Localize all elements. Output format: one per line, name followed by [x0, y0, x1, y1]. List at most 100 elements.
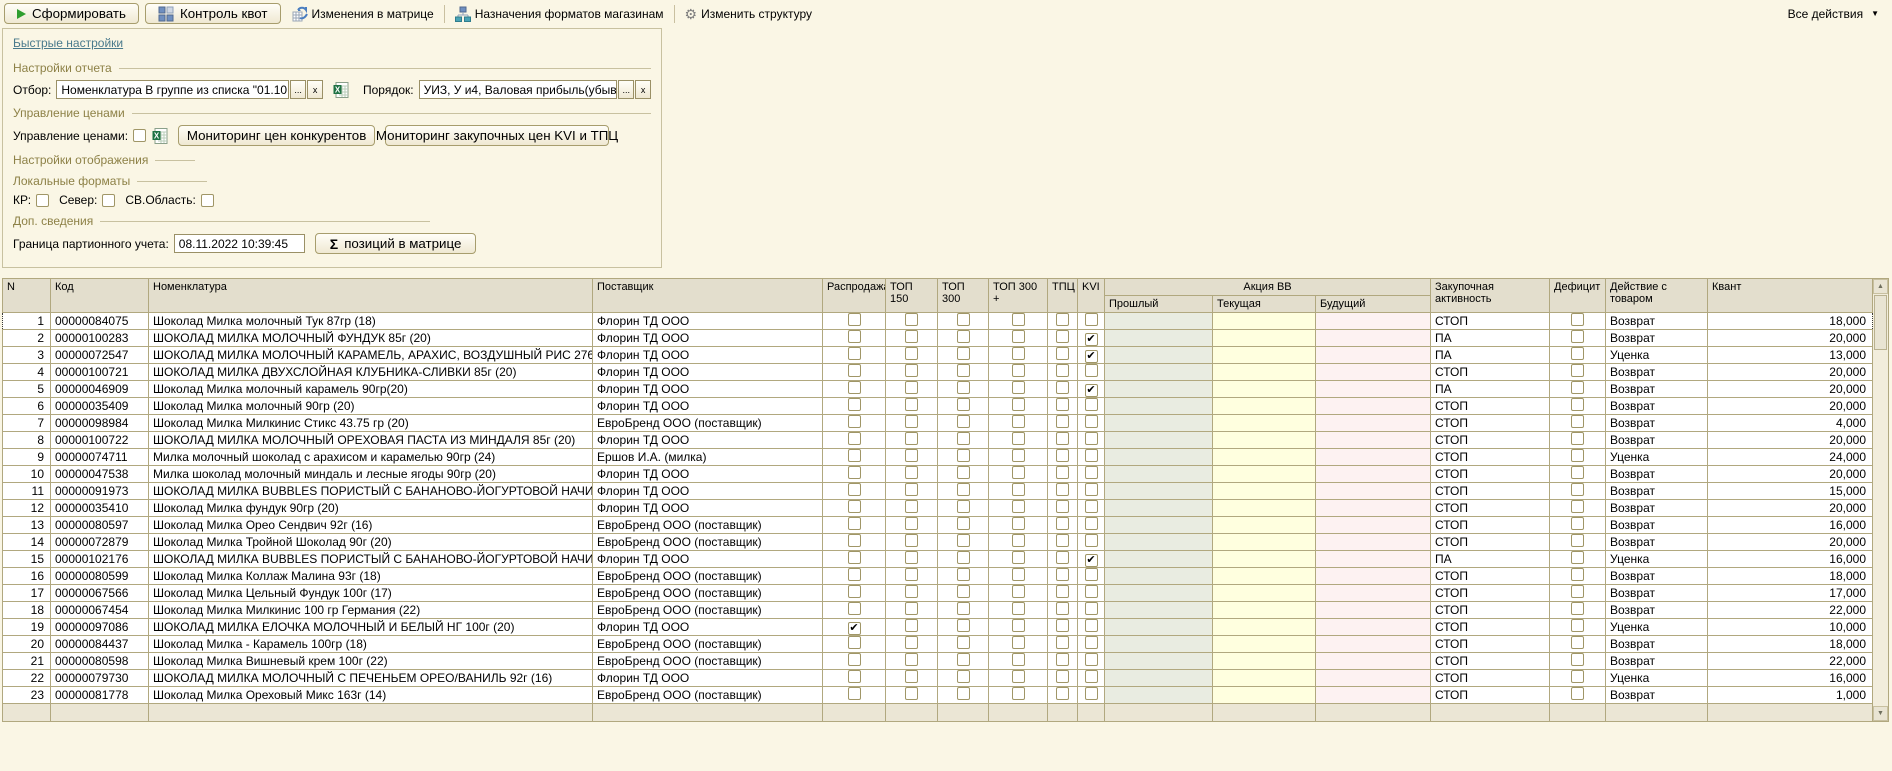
cell-past[interactable]: [1104, 567, 1213, 585]
cell-deficit[interactable]: [1549, 414, 1606, 432]
cell-kvant[interactable]: 22,000: [1707, 652, 1873, 670]
table-row[interactable]: 14 00000072879 Шоколад Милка Тройной Шокол…: [2, 533, 1873, 551]
cell-cur[interactable]: [1212, 346, 1316, 364]
cell-zakup[interactable]: ПА: [1430, 550, 1550, 568]
cell-tpc[interactable]: [1047, 448, 1078, 466]
cell-supplier[interactable]: ЕвроБренд ООО (поставщик): [592, 584, 823, 602]
cell-top150[interactable]: [885, 618, 938, 636]
table-row[interactable]: 8 00000100722 ШОКОЛАД МИЛКА МОЛОЧНЫЙ ОРЕХО…: [2, 431, 1873, 449]
deficit-checkbox[interactable]: [1571, 415, 1584, 428]
top300-checkbox[interactable]: [956, 687, 970, 700]
tpc-checkbox[interactable]: [1056, 585, 1069, 598]
cell-top300[interactable]: [937, 499, 989, 517]
cell-n[interactable]: 12: [2, 499, 51, 517]
cell-fut[interactable]: [1315, 567, 1431, 585]
top300-checkbox[interactable]: [956, 670, 970, 683]
rasp-checkbox[interactable]: [847, 670, 861, 683]
tpc-checkbox[interactable]: [1056, 619, 1069, 632]
cell-deficit[interactable]: [1549, 363, 1606, 381]
cell-kvi[interactable]: [1077, 652, 1105, 670]
cell-name[interactable]: Шоколад Милка молочный карамель 90гр(20): [148, 380, 593, 398]
cell-code[interactable]: 00000067454: [50, 601, 149, 619]
cell-top150[interactable]: [885, 499, 938, 517]
deficit-checkbox[interactable]: [1571, 670, 1584, 683]
cell-top150[interactable]: [885, 346, 938, 364]
kvi-checkbox[interactable]: [1084, 466, 1098, 479]
deficit-checkbox[interactable]: [1571, 347, 1584, 360]
quick-settings-link[interactable]: Быстрые настройки: [13, 36, 123, 50]
cell-action[interactable]: Возврат: [1605, 465, 1708, 483]
cell-supplier[interactable]: Флорин ТД ООО: [592, 550, 823, 568]
cell-tpc[interactable]: [1047, 465, 1078, 483]
cell-zakup[interactable]: СТОП: [1430, 516, 1550, 534]
cell-n[interactable]: 17: [2, 584, 51, 602]
top300p-checkbox[interactable]: [1011, 568, 1025, 581]
cell-top150[interactable]: [885, 397, 938, 415]
cell-top300[interactable]: [937, 635, 989, 653]
top300p-checkbox[interactable]: [1011, 432, 1025, 445]
cell-top300[interactable]: [937, 686, 989, 704]
cell-top150[interactable]: [885, 567, 938, 585]
cell-top150[interactable]: [885, 465, 938, 483]
tpc-checkbox[interactable]: [1056, 364, 1069, 377]
top300p-checkbox[interactable]: [1011, 670, 1025, 683]
top150-checkbox[interactable]: [905, 602, 918, 615]
top300-checkbox[interactable]: [956, 364, 970, 377]
cell-cur[interactable]: [1212, 414, 1316, 432]
top300-checkbox[interactable]: [956, 534, 970, 547]
cell-rasp[interactable]: [822, 397, 886, 415]
kvi-checkbox[interactable]: ✔: [1084, 349, 1098, 363]
cell-fut[interactable]: [1315, 601, 1431, 619]
cell-code[interactable]: 00000100722: [50, 431, 149, 449]
cell-kvi[interactable]: [1077, 533, 1105, 551]
cell-top300p[interactable]: [988, 465, 1048, 483]
deficit-checkbox[interactable]: [1571, 602, 1584, 615]
cell-cur[interactable]: [1212, 329, 1316, 347]
cell-deficit[interactable]: [1549, 516, 1606, 534]
kvi-checkbox[interactable]: [1084, 398, 1098, 411]
format-assign-button[interactable]: Назначения форматов магазинам: [450, 3, 669, 24]
rasp-checkbox[interactable]: [847, 330, 861, 343]
cell-top150[interactable]: [885, 516, 938, 534]
top150-checkbox[interactable]: [905, 330, 918, 343]
top150-checkbox[interactable]: [905, 466, 918, 479]
deficit-checkbox[interactable]: [1571, 432, 1584, 445]
cell-top300[interactable]: [937, 380, 989, 398]
top150-checkbox[interactable]: [905, 687, 918, 700]
kvi-checkbox[interactable]: [1084, 636, 1098, 649]
tpc-checkbox[interactable]: [1056, 483, 1069, 496]
cell-fut[interactable]: [1315, 431, 1431, 449]
cell-past[interactable]: [1104, 686, 1213, 704]
cell-supplier[interactable]: Флорин ТД ООО: [592, 618, 823, 636]
top300-checkbox[interactable]: [956, 415, 970, 428]
cell-kvi[interactable]: [1077, 431, 1105, 449]
cell-deficit[interactable]: [1549, 465, 1606, 483]
kvi-checkbox[interactable]: [1084, 432, 1098, 445]
table-row[interactable]: 7 00000098984 Шоколад Милка Милкинис Стикс…: [2, 414, 1873, 432]
cell-kvi[interactable]: [1077, 601, 1105, 619]
cell-fut[interactable]: [1315, 516, 1431, 534]
top300p-checkbox[interactable]: [1011, 330, 1025, 343]
poryadok-input[interactable]: УИЗ, У и4, Валовая прибыль(убыв.): [418, 80, 618, 99]
cell-zakup[interactable]: СТОП: [1430, 652, 1550, 670]
cell-kvant[interactable]: 16,000: [1707, 669, 1873, 687]
tpc-checkbox[interactable]: [1056, 653, 1069, 666]
cell-top300[interactable]: [937, 414, 989, 432]
cell-code[interactable]: 00000080598: [50, 652, 149, 670]
tpc-checkbox[interactable]: [1056, 449, 1069, 462]
table-row[interactable]: 23 00000081778 Шоколад Милка Ореховый Микс…: [2, 686, 1873, 704]
top150-checkbox[interactable]: [905, 483, 918, 496]
top150-checkbox[interactable]: [905, 398, 918, 411]
kr-checkbox[interactable]: [36, 193, 50, 207]
table-row[interactable]: 16 00000080599 Шоколад Милка Коллаж Малина…: [2, 567, 1873, 585]
kvi-checkbox[interactable]: ✔: [1084, 383, 1098, 397]
cell-top300[interactable]: [937, 312, 989, 330]
cell-supplier[interactable]: Флорин ТД ООО: [592, 499, 823, 517]
rasp-checkbox[interactable]: [847, 534, 861, 547]
cell-n[interactable]: 16: [2, 567, 51, 585]
cell-top150[interactable]: [885, 601, 938, 619]
rasp-checkbox[interactable]: [847, 415, 861, 428]
cell-zakup[interactable]: СТОП: [1430, 465, 1550, 483]
cell-supplier[interactable]: ЕвроБренд ООО (поставщик): [592, 516, 823, 534]
cell-zakup[interactable]: СТОП: [1430, 482, 1550, 500]
